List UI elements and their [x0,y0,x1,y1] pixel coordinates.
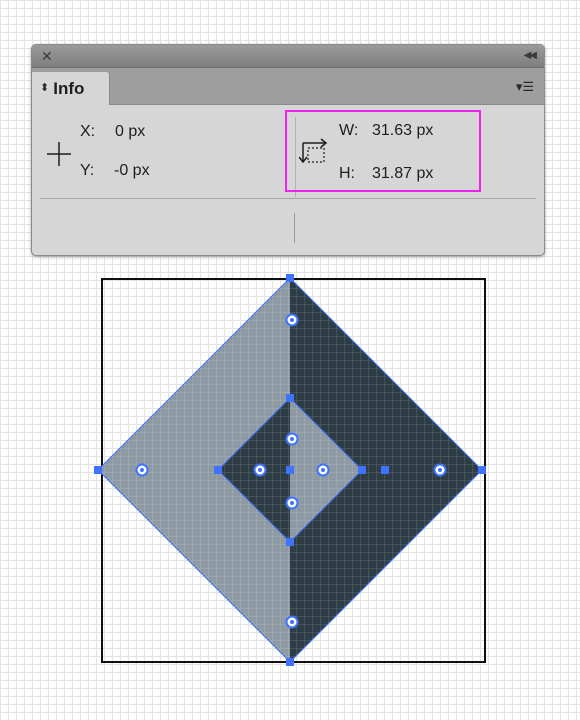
anchor-point[interactable] [358,466,366,474]
widget-dot [290,318,294,322]
anchor-point[interactable] [286,538,294,546]
widget-dot [258,468,262,472]
anchor-point[interactable] [286,394,294,402]
widget-dot [290,620,294,624]
artboard-canvas[interactable] [0,0,580,720]
center-point[interactable] [286,466,294,474]
widget-dot [290,501,294,505]
anchor-point[interactable] [94,466,102,474]
widget-dot [290,437,294,441]
widget-dot [438,468,442,472]
widget-dot [321,468,325,472]
widget-dot [140,468,144,472]
anchor-point[interactable] [286,274,294,282]
center-point[interactable] [381,466,389,474]
anchor-point[interactable] [478,466,486,474]
anchor-point[interactable] [286,658,294,666]
anchor-point[interactable] [214,466,222,474]
